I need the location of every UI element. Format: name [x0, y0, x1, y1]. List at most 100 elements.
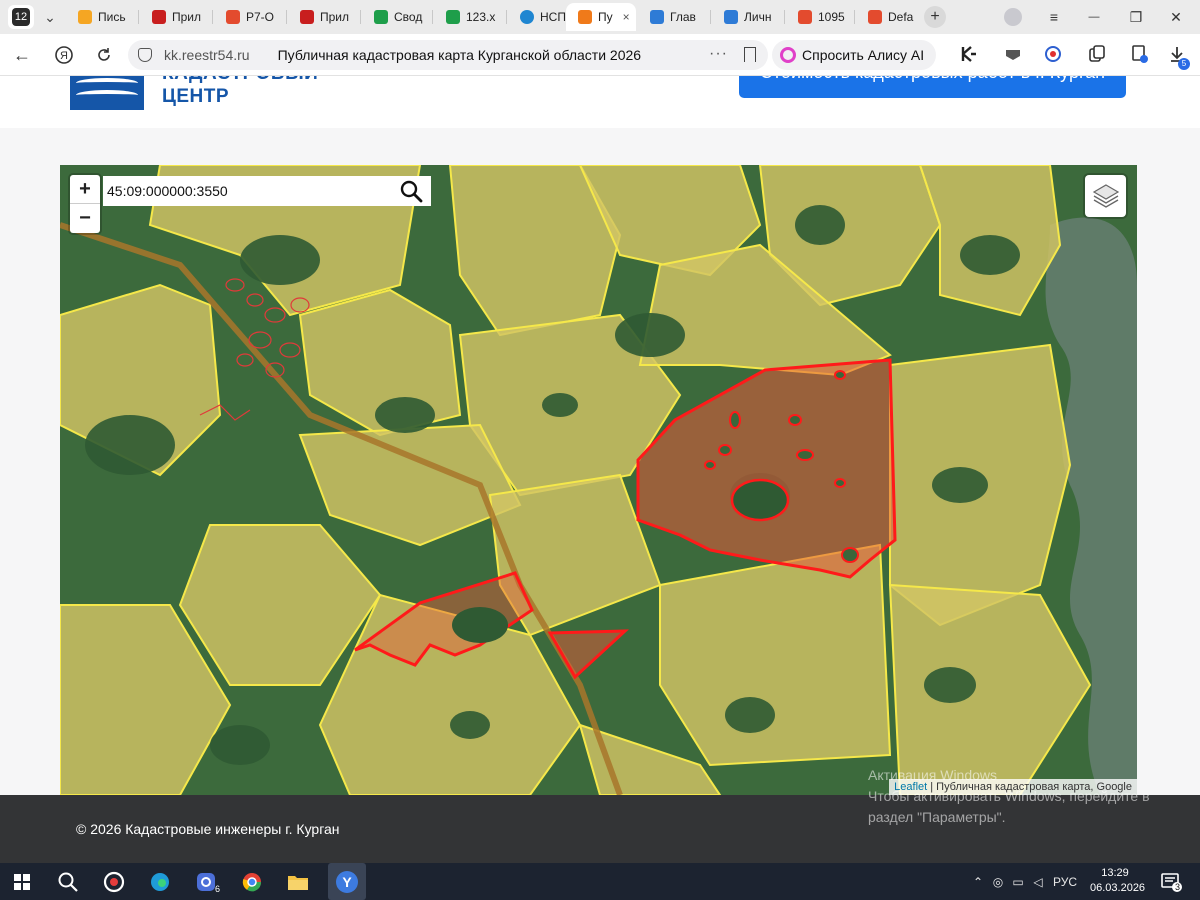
spreadsheet-icon: [446, 10, 460, 24]
footer-copyright: © 2026 Кадастровые инженеры г. Курган: [76, 821, 340, 837]
network-icon[interactable]: ▭: [1008, 875, 1028, 889]
cadastral-number-input[interactable]: [103, 177, 383, 205]
new-tab-button[interactable]: +: [924, 6, 946, 28]
tab-label: Прил: [172, 10, 202, 24]
doc-icon: [300, 10, 314, 24]
browser-tab[interactable]: Прил: [288, 3, 358, 31]
volume-icon[interactable]: ◁: [1028, 875, 1048, 889]
home-icon: [578, 10, 592, 24]
edge-icon[interactable]: [146, 868, 174, 896]
cadastral-map[interactable]: + − Leaflet | Публичная кадастровая карт…: [60, 165, 1137, 795]
chrome-icon[interactable]: [238, 868, 266, 896]
edge-icon: [520, 10, 534, 24]
alice-icon: [780, 47, 796, 63]
doc-icon: [152, 10, 166, 24]
tab-label: Глав: [670, 10, 696, 24]
tab-label: Пу: [598, 10, 613, 24]
browser-tab[interactable]: Р7-О: [214, 3, 284, 31]
browser-menu-icon[interactable]: ≡: [1042, 6, 1066, 28]
downloads-badge: 5: [1178, 58, 1190, 70]
minimize-button[interactable]: —: [1082, 6, 1106, 28]
back-arrow-icon[interactable]: ←: [10, 43, 34, 67]
meet-icon[interactable]: ◎: [988, 875, 1008, 889]
browser-tab[interactable]: Пись: [66, 3, 136, 31]
search-icon[interactable]: [399, 179, 423, 203]
close-window-button[interactable]: ✕: [1164, 6, 1188, 28]
yandex-logo-icon[interactable]: Я: [52, 43, 76, 67]
extension-doc-check-icon[interactable]: [1128, 43, 1150, 65]
zoom-in-button[interactable]: +: [70, 175, 100, 204]
browser-tab[interactable]: Глав: [638, 3, 708, 31]
ask-alice-button[interactable]: Спросить Алису AI: [772, 40, 937, 70]
start-button[interactable]: [8, 868, 36, 896]
svg-text:Y: Y: [342, 874, 352, 890]
file-explorer-icon[interactable]: [284, 868, 312, 896]
r7-icon: [226, 10, 240, 24]
tab-label: Личн: [744, 10, 772, 24]
page-background: [0, 128, 1200, 165]
browser-tab[interactable]: Defa: [856, 3, 920, 31]
watermark-line: раздел "Параметры".: [868, 809, 1006, 825]
input-language[interactable]: РУС: [1048, 875, 1082, 889]
chevron-up-icon[interactable]: ⌃: [968, 875, 988, 889]
url-domain: kk.reestr54.ru: [164, 47, 250, 63]
layers-button[interactable]: [1085, 175, 1126, 217]
satellite-layer: [60, 165, 1137, 795]
shield-icon: [138, 48, 152, 62]
taskbar-clock[interactable]: 13:29 06.03.2026: [1090, 866, 1146, 896]
svg-text:Я: Я: [60, 50, 68, 62]
tab-label: НСП(: [540, 10, 566, 24]
browser-tab[interactable]: Свод: [362, 3, 432, 31]
extension-wallet-icon[interactable]: [1002, 43, 1024, 65]
pdf-icon: [798, 10, 812, 24]
ask-alice-label: Спросить Алису AI: [802, 47, 925, 63]
extension-copy-icon[interactable]: [1086, 43, 1108, 65]
spreadsheet-icon: [374, 10, 388, 24]
omnibox[interactable]: kk.reestr54.ru Публичная кадастровая кар…: [128, 40, 768, 70]
zoom-out-button[interactable]: −: [70, 204, 100, 233]
pricing-cta-label: Стоимость кадастровых работ в г. Курган: [739, 76, 1126, 86]
tab-label: Defa: [888, 10, 914, 24]
company-logo-text[interactable]: КАДАСТРОВЫЙ ЦЕНТР: [162, 76, 318, 108]
bookmark-icon[interactable]: [744, 47, 756, 62]
yandex-browser-icon[interactable]: Y: [328, 863, 366, 900]
app-badge: 6: [214, 884, 220, 894]
more-icon[interactable]: ···: [709, 45, 728, 63]
url-page-title: Публичная кадастровая карта Курганской о…: [277, 47, 642, 63]
site-header: КАДАСТРОВЫЙ ЦЕНТР Стоимость кадастровых …: [0, 76, 1200, 128]
page-background: [1137, 165, 1200, 795]
logo-line-2: ЦЕНТР: [162, 86, 230, 107]
notification-count: 3: [1174, 882, 1180, 892]
zoom-control: + −: [70, 175, 100, 233]
emblem-icon: [650, 10, 664, 24]
extension-k-icon[interactable]: [958, 43, 980, 65]
search-icon[interactable]: [54, 868, 82, 896]
pricing-cta-button[interactable]: Стоимость кадастровых работ в г. Курган: [739, 76, 1126, 98]
browser-tab-active[interactable]: Пу ×: [566, 3, 636, 31]
tab-counter-button[interactable]: 12: [8, 5, 34, 29]
tab-label: Прил: [320, 10, 350, 24]
browser-tab[interactable]: 1095: [786, 3, 852, 31]
browser-tab[interactable]: Прил: [140, 3, 210, 31]
browser-tab[interactable]: Личн: [712, 3, 782, 31]
close-tab-icon[interactable]: ×: [623, 10, 630, 24]
messenger-icon[interactable]: 6: [192, 868, 220, 896]
reload-icon[interactable]: [92, 43, 116, 67]
company-logo-icon[interactable]: [70, 76, 144, 110]
logo-line-1: КАДАСТРОВЫЙ: [162, 76, 318, 85]
profile-avatar[interactable]: [1004, 8, 1022, 26]
layers-icon: [1092, 184, 1119, 208]
browser-tab[interactable]: НСП(: [508, 3, 566, 31]
clock-date: 06.03.2026: [1090, 882, 1146, 894]
browser-tab-strip: 12 ⌄ Пись Прил Р7-О Прил Свод 123.x НСП(…: [0, 0, 1200, 34]
chevron-down-icon[interactable]: ⌄: [38, 5, 62, 29]
emblem-icon: [724, 10, 738, 24]
cadastral-search-box: [103, 176, 431, 206]
restore-button[interactable]: ❐: [1124, 6, 1148, 28]
notifications-button[interactable]: 3: [1160, 871, 1182, 893]
system-tray: ⌃ ◎ ▭ ◁ РУС: [968, 863, 1082, 900]
app-c-icon[interactable]: [100, 868, 128, 896]
tab-count: 12: [12, 8, 30, 26]
browser-tab[interactable]: 123.x: [434, 3, 504, 31]
extension-target-icon[interactable]: [1042, 43, 1064, 65]
